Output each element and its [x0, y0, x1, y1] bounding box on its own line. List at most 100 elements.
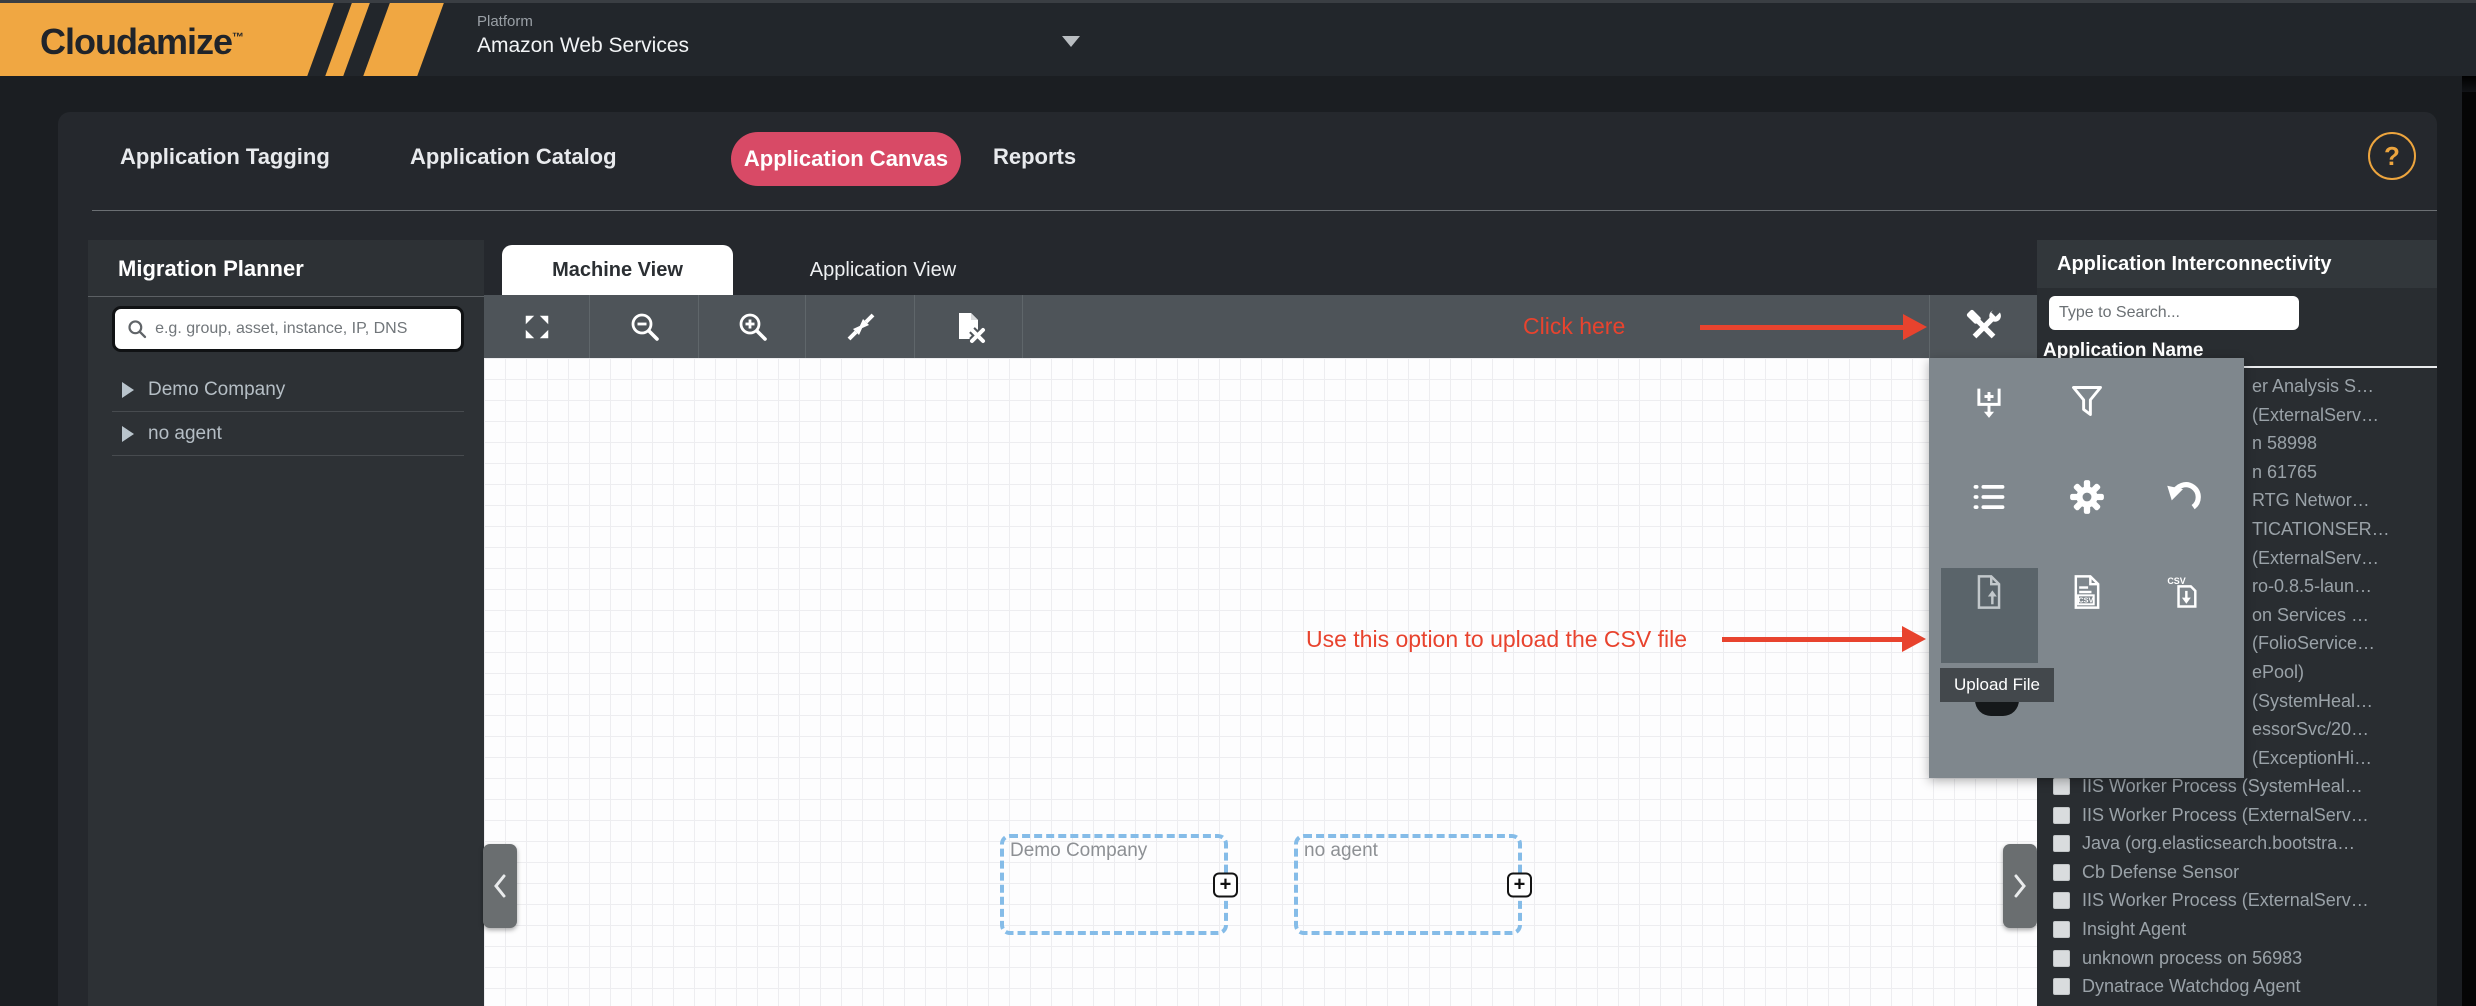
add-group-icon	[1971, 383, 2007, 419]
clear-canvas-icon	[952, 310, 986, 344]
cloudamize-logo: Cloudamize™	[40, 21, 243, 63]
application-name: IIS Worker Process (SystemHeal…	[2082, 776, 2363, 797]
settings-button[interactable]	[2055, 465, 2119, 529]
filter-icon	[2069, 383, 2105, 419]
collapse-left-panel-handle[interactable]	[483, 844, 517, 928]
svg-text:CSV: CSV	[2167, 576, 2185, 586]
zoom-out-button[interactable]	[591, 295, 699, 358]
checkbox[interactable]	[2053, 778, 2070, 795]
tab-reports[interactable]: Reports	[993, 144, 1076, 170]
checkbox[interactable]	[2053, 950, 2070, 967]
upload-file-icon	[1970, 573, 2008, 611]
divider	[88, 296, 484, 297]
application-name: Java (org.elasticsearch.bootstra…	[2082, 833, 2355, 854]
tree-item-no-agent[interactable]: no agent	[112, 412, 464, 456]
application-search-input[interactable]	[2049, 296, 2299, 330]
application-name: Cb Defense Sensor	[2082, 862, 2239, 883]
nav-divider	[92, 210, 2437, 211]
annotation-click-here: Click here	[1523, 313, 1625, 340]
page-title: Migration Planner	[118, 256, 304, 282]
nav-bar: Application Tagging Application Catalog …	[58, 130, 2437, 192]
chevron-down-icon[interactable]	[1062, 36, 1080, 47]
sidebar-search-box[interactable]	[112, 306, 464, 352]
group-box-demo-company[interactable]: Demo Company +	[1000, 834, 1228, 935]
caret-right-icon[interactable]	[122, 426, 134, 442]
tab-application-view[interactable]: Application View	[733, 245, 1033, 295]
annotation-arrow	[1700, 325, 1905, 330]
platform-selector[interactable]: Platform Amazon Web Services	[477, 13, 689, 58]
list-item[interactable]: unknown process on 56983	[2037, 944, 2437, 973]
tools-button[interactable]	[1929, 295, 2037, 358]
fit-view-button[interactable]	[807, 295, 915, 358]
tools-icon	[1965, 308, 2003, 346]
tree-item-demo-company[interactable]: Demo Company	[112, 368, 464, 412]
tab-application-catalog[interactable]: Application Catalog	[410, 144, 617, 170]
zoom-out-icon	[629, 311, 661, 343]
csv-report-button[interactable]: CSV	[2055, 560, 2119, 624]
sidebar-search-input[interactable]	[155, 320, 449, 338]
list-item[interactable]: Dynatrace Watchdog Agent	[2037, 972, 2437, 1001]
chevron-left-icon	[492, 873, 508, 899]
application-name: IIS Worker Process (ExternalServ…	[2082, 805, 2369, 826]
list-item[interactable]: Java (org.elasticsearch.bootstra…	[2037, 830, 2437, 859]
caret-right-icon[interactable]	[122, 382, 134, 398]
brand-stripe	[362, 3, 444, 76]
checkbox[interactable]	[2053, 807, 2070, 824]
tab-application-tagging[interactable]: Application Tagging	[120, 144, 330, 170]
list-icon	[1971, 479, 2007, 515]
search-icon	[127, 318, 147, 340]
tab-machine-view[interactable]: Machine View	[502, 245, 733, 295]
csv-download-button[interactable]: CSV	[2151, 560, 2215, 624]
tools-dropdown-menu: CSV CSV Upload File	[1929, 358, 2244, 778]
checkbox[interactable]	[2053, 864, 2070, 881]
list-item[interactable]: Insight Agent	[2037, 915, 2437, 944]
add-node-button[interactable]: +	[1213, 872, 1238, 897]
upload-file-button[interactable]	[1957, 560, 2021, 624]
checkbox[interactable]	[2053, 892, 2070, 909]
annotation-upload-csv: Use this option to upload the CSV file	[1306, 626, 1687, 653]
svg-text:CSV: CSV	[2078, 596, 2093, 605]
fullscreen-button[interactable]	[484, 295, 590, 358]
checkbox[interactable]	[2053, 921, 2070, 938]
upload-file-tooltip: Upload File	[1940, 668, 2054, 702]
group-label: Demo Company	[1010, 840, 1147, 862]
annotation-arrow	[1722, 637, 1904, 642]
list-item[interactable]: Cb Defense Sensor	[2037, 858, 2437, 887]
undo-icon	[2165, 479, 2201, 515]
tree-item-label: Demo Company	[148, 379, 285, 401]
undo-button[interactable]	[2151, 465, 2215, 529]
chevron-right-icon	[2012, 873, 2028, 899]
list-view-button[interactable]	[1957, 465, 2021, 529]
list-item[interactable]: IIS Worker Process (ExternalServ…	[2037, 801, 2437, 830]
fullscreen-icon	[522, 312, 552, 342]
platform-label: Platform	[477, 13, 689, 30]
csv-download-icon: CSV	[2164, 573, 2202, 611]
trademark: ™	[232, 30, 243, 44]
brand-stripe	[324, 3, 370, 76]
help-button[interactable]: ?	[2368, 132, 2416, 180]
clear-canvas-button[interactable]	[916, 295, 1023, 358]
fit-collapse-icon	[845, 311, 877, 343]
machine-view-canvas[interactable]: Demo Company + no agent +	[484, 358, 2037, 1006]
tab-application-canvas[interactable]: Application Canvas	[731, 132, 961, 186]
group-box-no-agent[interactable]: no agent +	[1294, 834, 1522, 935]
filter-button[interactable]	[2055, 369, 2119, 433]
application-name: unknown process on 56983	[2082, 948, 2302, 969]
list-item[interactable]: IIS Worker Process (ExternalServ…	[2037, 887, 2437, 916]
panel-title: Application Interconnectivity	[2057, 253, 2331, 276]
checkbox[interactable]	[2053, 835, 2070, 852]
application-name: IIS Worker Process (ExternalServ…	[2082, 890, 2369, 911]
checkbox[interactable]	[2053, 978, 2070, 995]
asset-tree: Demo Company no agent	[112, 368, 464, 456]
application-name: Dynatrace Watchdog Agent	[2082, 976, 2300, 997]
collapse-right-panel-handle[interactable]	[2003, 844, 2037, 928]
canvas-tab-strip: Machine View Application View	[484, 240, 2037, 295]
top-header: Cloudamize™ Platform Amazon Web Services	[0, 0, 2476, 76]
tree-item-label: no agent	[148, 423, 222, 445]
zoom-in-button[interactable]	[700, 295, 806, 358]
add-group-button[interactable]	[1957, 369, 2021, 433]
add-node-button[interactable]: +	[1507, 872, 1532, 897]
group-label: no agent	[1304, 840, 1378, 862]
migration-planner-sidebar: Migration Planner Demo Company no agent	[88, 240, 484, 1006]
csv-file-icon: CSV	[2068, 573, 2106, 611]
